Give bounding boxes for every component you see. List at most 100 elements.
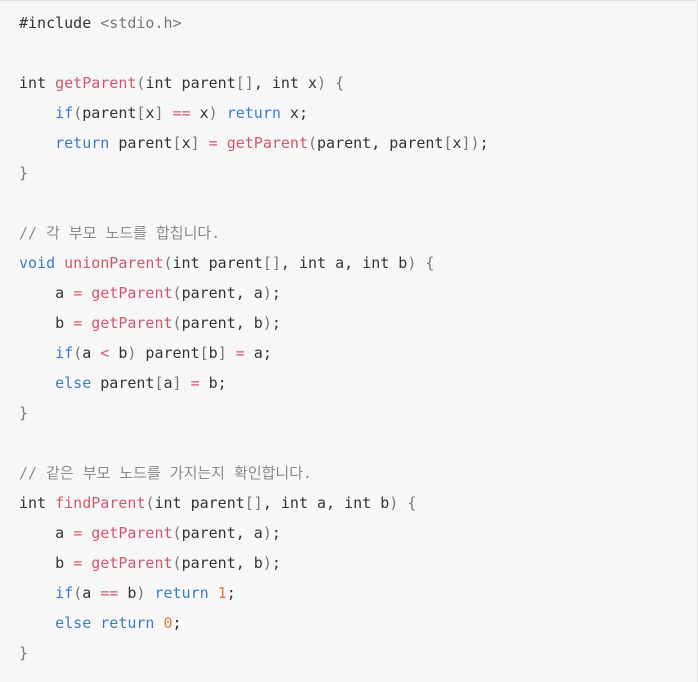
code-token-plain: , int x xyxy=(253,74,318,92)
code-token-plain: a; xyxy=(244,344,272,362)
code-token-plain: a xyxy=(19,524,74,542)
code-token-punc: [] xyxy=(262,254,281,272)
code-token-punc: ( xyxy=(308,134,318,152)
code-token-op: == xyxy=(100,584,119,602)
code-line: int findParent(int parent[], int a, int … xyxy=(19,488,489,518)
code-token-plain: b xyxy=(118,584,137,602)
code-token-keyword: else xyxy=(55,374,92,392)
code-token-plain: int parent xyxy=(172,254,263,272)
code-token-plain: b xyxy=(19,314,74,332)
code-token-keyword: return xyxy=(55,134,110,152)
code-token-plain: a xyxy=(163,374,173,392)
code-token-number: 1 xyxy=(217,584,227,602)
code-token-plain: ; xyxy=(479,134,489,152)
code-token-plain: b xyxy=(208,344,218,362)
code-token-op: = xyxy=(235,344,245,362)
code-line: if(parent[x] == x) return x; xyxy=(19,98,489,128)
code-token-plain: parent xyxy=(136,344,200,362)
code-line: } xyxy=(19,398,489,428)
code-line: #include <stdio.h> xyxy=(19,8,489,38)
code-token-plain: ; xyxy=(271,524,281,542)
code-token-punc: ] xyxy=(154,104,164,122)
code-token-plain: int xyxy=(19,74,56,92)
code-token-plain: int parent xyxy=(154,494,245,512)
code-token-plain: a xyxy=(82,584,101,602)
code-token-comment: // 각 부모 노드를 합칩니다. xyxy=(19,224,221,242)
code-token-func: getParent xyxy=(226,134,308,152)
code-token-punc: } xyxy=(19,404,29,422)
code-token-plain: parent, parent xyxy=(317,134,444,152)
code-token-plain: ; xyxy=(271,284,281,302)
code-token-punc: ) xyxy=(262,314,272,332)
code-line: int getParent(int parent[], int x) { xyxy=(19,68,489,98)
code-token-punc: { xyxy=(425,254,435,272)
code-token-punc: ( xyxy=(172,554,182,572)
code-token-punc: ) xyxy=(389,494,399,512)
code-token-func: unionParent xyxy=(64,254,164,272)
code-token-func: getParent xyxy=(91,284,173,302)
code-token-plain: ; xyxy=(271,314,281,332)
code-token-plain: #include xyxy=(19,14,101,32)
code-token-keyword: void xyxy=(19,254,56,272)
code-token-punc: ) xyxy=(262,554,272,572)
code-token-plain: x xyxy=(190,104,209,122)
code-token-plain: int parent xyxy=(145,74,236,92)
code-token-op: = xyxy=(190,374,200,392)
code-token-op: = xyxy=(73,554,83,572)
code-token-punc: ) xyxy=(317,74,327,92)
code-token-punc: [] xyxy=(244,494,263,512)
code-block: #include <stdio.h> int getParent(int par… xyxy=(0,0,698,682)
code-token-op: = xyxy=(73,314,83,332)
code-token-func: getParent xyxy=(91,554,173,572)
code-lines: #include <stdio.h> int getParent(int par… xyxy=(19,8,489,668)
code-line: } xyxy=(19,158,489,188)
code-token-keyword: return xyxy=(100,614,155,632)
code-token-keyword: else xyxy=(55,614,92,632)
code-token-punc: } xyxy=(19,644,29,662)
code-token-func: getParent xyxy=(91,524,173,542)
code-token-plain: b xyxy=(109,344,128,362)
code-token-punc: [ xyxy=(172,134,182,152)
code-token-plain: parent xyxy=(91,374,155,392)
code-token-punc: ( xyxy=(73,344,83,362)
code-token-punc: ) xyxy=(262,284,272,302)
code-token-punc: ( xyxy=(73,584,83,602)
code-line: else return 0; xyxy=(19,608,489,638)
code-token-punc: ]) xyxy=(461,134,480,152)
code-token-func: getParent xyxy=(55,74,137,92)
code-token-plain: parent xyxy=(109,134,173,152)
code-token-plain: parent, b xyxy=(181,554,263,572)
code-token-punc: { xyxy=(335,74,345,92)
code-token-punc: [] xyxy=(235,74,254,92)
code-token-number: 0 xyxy=(163,614,173,632)
code-token-plain: parent, a xyxy=(181,284,263,302)
code-token-op: = xyxy=(73,524,83,542)
code-token-op: = xyxy=(208,134,218,152)
code-line: void unionParent(int parent[], int a, in… xyxy=(19,248,489,278)
code-token-plain: x xyxy=(452,134,462,152)
code-token-op: == xyxy=(172,104,191,122)
code-token-punc: ( xyxy=(73,104,83,122)
code-token-punc: ) xyxy=(208,104,218,122)
code-token-punc: ( xyxy=(163,254,173,272)
code-line: return parent[x] = getParent(parent, par… xyxy=(19,128,489,158)
code-token-plain: , int a, int b xyxy=(262,494,390,512)
